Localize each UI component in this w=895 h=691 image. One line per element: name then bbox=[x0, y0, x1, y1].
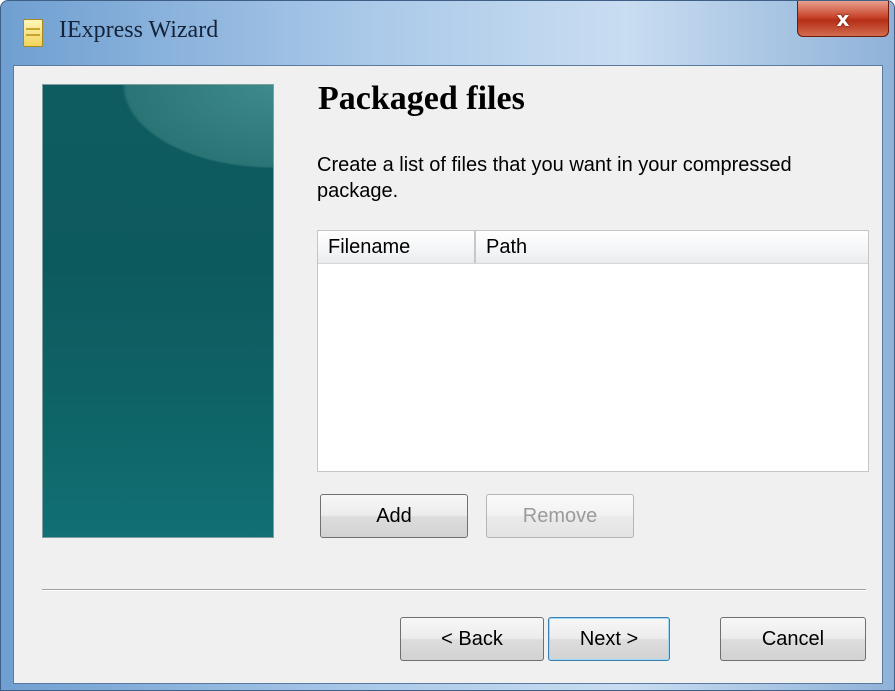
back-button[interactable]: < Back bbox=[400, 617, 544, 661]
list-header: Filename Path bbox=[318, 231, 868, 264]
packaged-files-list[interactable]: Filename Path bbox=[317, 230, 869, 472]
wizard-client-area: Packaged files Create a list of files th… bbox=[13, 65, 883, 684]
cancel-button[interactable]: Cancel bbox=[720, 617, 866, 661]
column-header-path[interactable]: Path bbox=[476, 231, 868, 263]
remove-button[interactable]: Remove bbox=[486, 494, 634, 538]
page-title: Packaged files bbox=[318, 80, 525, 117]
wizard-app-icon bbox=[23, 19, 43, 47]
footer-divider bbox=[42, 589, 866, 591]
next-button[interactable]: Next > bbox=[548, 617, 670, 661]
close-icon: x bbox=[836, 6, 850, 31]
close-button[interactable]: x bbox=[797, 1, 889, 37]
title-bar[interactable]: IExpress Wizard x bbox=[1, 1, 894, 65]
wizard-side-banner bbox=[42, 84, 274, 538]
add-button[interactable]: Add bbox=[320, 494, 468, 538]
column-header-filename[interactable]: Filename bbox=[318, 231, 476, 263]
page-description: Create a list of files that you want in … bbox=[317, 154, 792, 202]
wizard-window: IExpress Wizard x Packaged files Create … bbox=[0, 0, 895, 691]
window-title: IExpress Wizard bbox=[59, 17, 219, 43]
